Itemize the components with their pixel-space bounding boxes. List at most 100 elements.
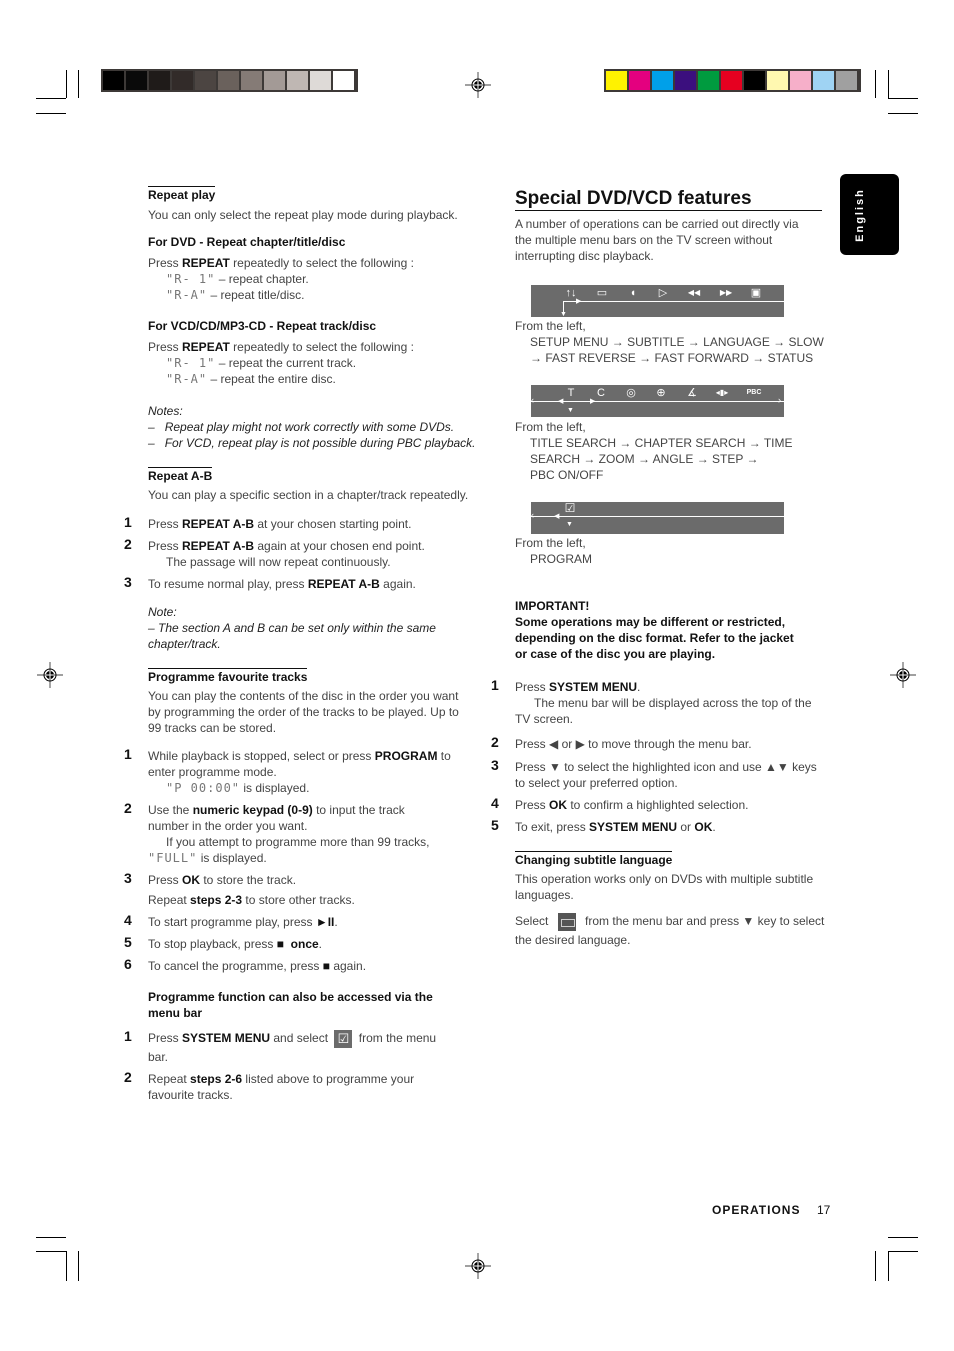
color-swatch: [310, 71, 331, 90]
menubar2-sequence: SEARCH → ZOOM → ANGLE → STEP →: [530, 452, 759, 466]
menu-step: Press OK to confirm a highlighted select…: [515, 798, 749, 812]
programme-heading: Programme favourite tracks: [148, 668, 308, 684]
color-swatch: [264, 71, 285, 90]
slow-icon: ▷: [658, 287, 668, 299]
repeat-ab-heading: Repeat A-B: [148, 467, 213, 483]
step-number: 6: [124, 956, 132, 972]
language-side-tab: English: [840, 174, 899, 255]
programme-step: Use the numeric keypad (0-9) to input th…: [148, 803, 405, 817]
programme-step-line: enter programme mode.: [148, 765, 277, 779]
fast-forward-icon: ▶▶: [719, 288, 733, 297]
color-swatch: [126, 71, 147, 90]
menubar-step-line: bar.: [148, 1050, 169, 1064]
features-intro: interrupting disc playback.: [515, 249, 654, 263]
registration-target-icon: [37, 662, 63, 688]
repeat-ab-note: chapter/track.: [148, 637, 221, 651]
step-number: 5: [491, 817, 499, 833]
repeat-ab-step-sub: The passage will now repeat continuously…: [166, 555, 391, 569]
color-swatch: [675, 71, 696, 90]
step-number: 2: [124, 800, 132, 816]
menu-bar-2: ‹ › ◀ ▶ ▼ T C ◎ ⊕ ∡ ◂▮▸ PBC: [531, 385, 784, 417]
crop-mark: [888, 1251, 889, 1281]
note-item: – Repeat play might not work correctly w…: [148, 420, 455, 434]
crop-mark: [36, 1237, 66, 1238]
vcd-press-instruction: Press REPEAT repeatedly to select the fo…: [148, 340, 414, 354]
programme-step: While playback is stopped, select or pre…: [148, 749, 451, 763]
step-number: 1: [124, 1028, 132, 1044]
menu-step-line: TV screen.: [515, 712, 574, 726]
grayscale-calibration-strip: [101, 69, 358, 92]
angle-icon: ∡: [687, 387, 697, 399]
color-calibration-strip: [604, 69, 861, 92]
programme-step-display: "FULL" is displayed.: [148, 851, 267, 865]
important-text: depending on the disc format. Refer to t…: [515, 631, 794, 645]
crop-mark: [36, 113, 66, 114]
features-intro: A number of operations can be carried ou…: [515, 217, 799, 231]
subtitle-instruction: Select from the menu bar and press ▼ key…: [515, 913, 824, 931]
menubar2-sequence: PBC ON/OFF: [530, 468, 604, 482]
crop-mark: [888, 70, 889, 98]
stop-icon: ■: [276, 937, 284, 951]
subtitle-icon: [557, 913, 576, 931]
pbc-icon: PBC: [746, 389, 762, 396]
menubar3-caption: From the left,: [515, 536, 586, 550]
step-number: 3: [124, 574, 132, 590]
repeat-ab-note: – The section A and B can be set only wi…: [148, 621, 436, 635]
language-icon: ◖: [629, 287, 637, 299]
menu-step-line: to select your preferred option.: [515, 776, 678, 790]
step-number: 3: [491, 757, 499, 773]
menubar2-caption: From the left,: [515, 420, 586, 434]
color-swatch: [744, 71, 765, 90]
crop-mark: [875, 1251, 876, 1281]
menu-bar-3: ‹ ◀ ▼ ☑: [531, 502, 784, 534]
color-swatch: [767, 71, 788, 90]
crop-mark: [36, 1251, 66, 1252]
programme-step: Press OK to store the track.: [148, 873, 297, 887]
notes-label: Notes:: [148, 404, 183, 418]
crop-mark: [888, 113, 918, 114]
dvd-press-instruction: Press REPEAT repeatedly to select the fo…: [148, 256, 414, 270]
menu-step-line: The menu bar will be displayed across th…: [534, 696, 812, 710]
color-swatch: [149, 71, 170, 90]
step-number: 1: [491, 677, 499, 693]
registration-target-icon: [890, 662, 916, 688]
vcd-repeat-subheading: For VCD/CD/MP3-CD - Repeat track/disc: [148, 319, 377, 333]
crop-mark: [78, 70, 79, 98]
important-label: IMPORTANT!: [515, 599, 590, 613]
arrow-down-icon: ▼: [567, 407, 574, 414]
footer-section-label: OPERATIONS: [712, 1203, 801, 1217]
step-number: 1: [124, 514, 132, 530]
program-icon: ☑: [564, 501, 576, 515]
time-search-icon: ◎: [626, 387, 636, 399]
color-swatch: [813, 71, 834, 90]
menubar1-caption: From the left,: [515, 319, 586, 333]
registration-target-icon: [465, 1253, 491, 1279]
color-swatch: [195, 71, 216, 90]
color-swatch: [629, 71, 650, 90]
step-number: 5: [124, 934, 132, 950]
programme-intro: You can play the contents of the disc in…: [148, 689, 459, 703]
menu-step: Press ◀ or ▶ to move through the menu ba…: [515, 737, 752, 751]
arrow-down-icon: ▼: [566, 521, 573, 528]
programme-step: To start programme play, press ►II.: [148, 915, 338, 929]
step-icon: ◂▮▸: [715, 388, 729, 397]
programme-step-display: "P 00:00" is displayed.: [166, 781, 310, 795]
repeat-ab-note-label: Note:: [148, 605, 177, 619]
arrow-right-icon: ›: [778, 395, 781, 405]
color-swatch: [790, 71, 811, 90]
stop-icon: ■: [322, 959, 330, 973]
setup-menu-icon: ↑↓: [565, 287, 577, 299]
crop-mark: [875, 70, 876, 98]
menubar3-sequence: PROGRAM: [530, 552, 593, 566]
step-number: 2: [491, 734, 499, 750]
step-number: 1: [124, 746, 132, 762]
arrow-left-icon: ‹: [531, 395, 534, 405]
arrow-left-icon: ◀: [554, 513, 560, 520]
color-swatch: [103, 71, 124, 90]
crop-mark: [66, 1251, 67, 1281]
programme-step: To cancel the programme, press ■ again.: [148, 959, 367, 973]
registration-target-icon: [465, 72, 491, 98]
crop-mark: [36, 98, 66, 99]
features-intro: the multiple menu bars on the TV screen …: [515, 233, 773, 247]
crop-mark: [66, 70, 67, 98]
